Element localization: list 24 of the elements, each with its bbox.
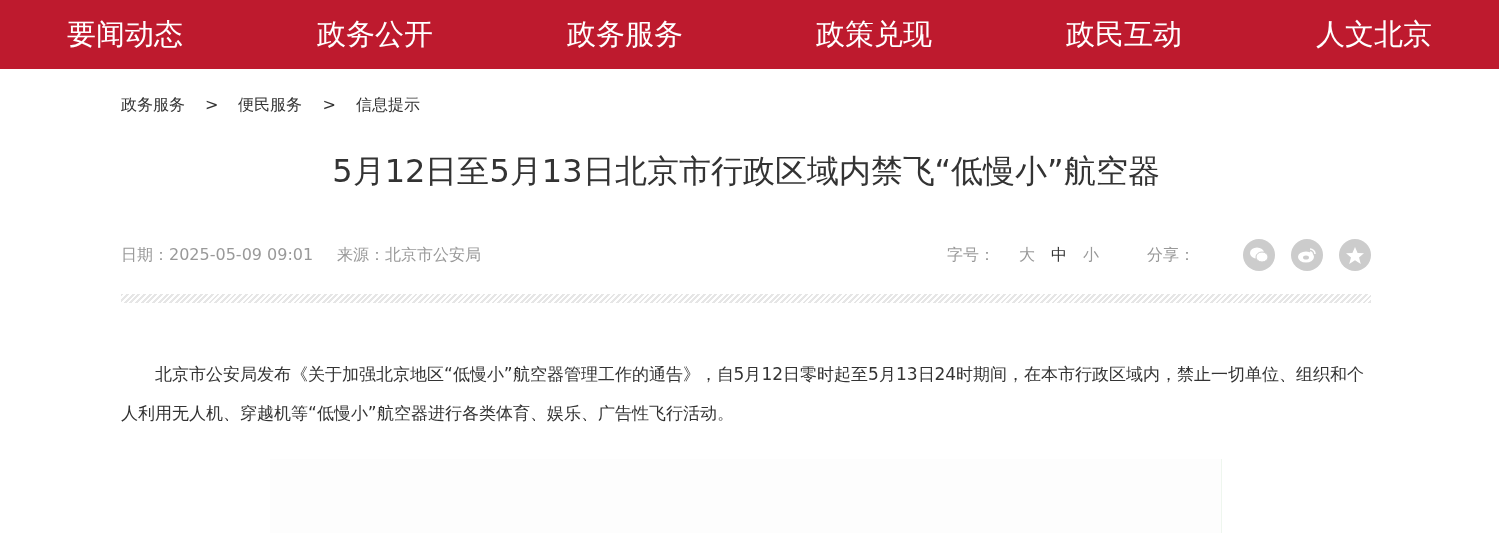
- share-button[interactable]: [1291, 239, 1323, 271]
- publish-date: 日期：2025-05-09 09:01: [121, 244, 314, 266]
- breadcrumb-separator: >: [322, 94, 336, 116]
- breadcrumb-link[interactable]: 政务服务: [121, 93, 185, 117]
- article-paragraph: 北京市公安局发布《关于加强北京地区“低慢小”航空器管理工作的通告》，自5月12日零时起至5月13日24时期间，在本市行政区域内，禁止一切单位、组织和个人利用无人机、穿越机等“低慢小”航空器进行各类体育、娱乐、广告性飞行活动。: [121, 363, 1366, 425]
- nav-link[interactable]: 政策兑现: [749, 12, 1000, 57]
- breadcrumb-link[interactable]: 信息提示: [355, 93, 420, 117]
- article-source: 来源：北京市公安局: [337, 244, 482, 266]
- font-size-option[interactable]: 中: [1051, 243, 1067, 267]
- share-button[interactable]: [1339, 239, 1371, 271]
- share-button[interactable]: [1243, 239, 1275, 271]
- share-label: 分享：: [1147, 244, 1195, 266]
- article-title: 5月12日至5月13日北京市行政区域内禁飞“低慢小”航空器: [331, 151, 1161, 192]
- nav-link[interactable]: 政务公开: [249, 12, 500, 57]
- nav-link[interactable]: 人文北京: [1249, 12, 1499, 57]
- chat-bubbles-icon: [1249, 246, 1269, 264]
- breadcrumb-link[interactable]: 便民服务: [238, 93, 303, 117]
- nav-link[interactable]: 要闻动态: [0, 12, 250, 57]
- nav-link[interactable]: 政民互动: [999, 12, 1250, 57]
- nav-link[interactable]: 政务服务: [499, 12, 750, 57]
- font-size-label: 字号：: [947, 244, 995, 266]
- breadcrumb-separator: >: [205, 94, 219, 116]
- star-icon: [1345, 245, 1365, 265]
- swirl-icon: [1297, 246, 1317, 264]
